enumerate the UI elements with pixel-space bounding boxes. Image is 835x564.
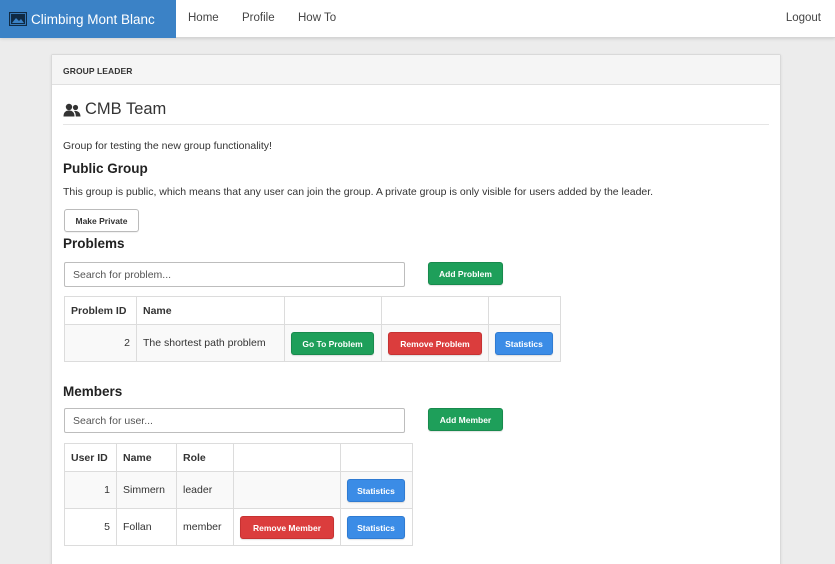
brand-link[interactable]: Climbing Mont Blanc <box>0 0 176 38</box>
table-row: 5 Follan member Remove Member Statistics <box>64 508 413 546</box>
user-id: 5 <box>64 508 117 546</box>
add-member-button[interactable]: Add Member <box>428 408 503 431</box>
user-id: 1 <box>64 471 117 509</box>
top-navbar: Climbing Mont Blanc Home Profile How To … <box>0 0 835 38</box>
add-problem-button[interactable]: Add Problem <box>428 262 503 285</box>
column-header: Name <box>136 296 285 325</box>
action-cell: Statistics <box>340 471 413 509</box>
go-to-problem-button[interactable]: Go To Problem <box>291 332 374 355</box>
column-header <box>284 296 382 325</box>
column-header <box>381 296 489 325</box>
problem-statistics-button[interactable]: Statistics <box>495 332 553 355</box>
column-header: User ID <box>64 443 117 472</box>
user-search-input[interactable] <box>64 408 405 433</box>
team-name: CMB Team <box>85 100 167 118</box>
user-role: member <box>176 508 234 546</box>
problems-table: Problem ID Name 2 The shortest path prob… <box>64 296 561 362</box>
team-title: CMB Team <box>63 100 166 119</box>
users-icon <box>63 103 81 116</box>
problems-heading: Problems <box>63 236 125 251</box>
make-private-button[interactable]: Make Private <box>64 209 139 232</box>
visibility-heading: Public Group <box>63 161 148 176</box>
action-cell: Statistics <box>340 508 413 546</box>
column-header <box>340 443 413 472</box>
panel-heading: GROUP LEADER <box>52 55 780 85</box>
column-header: Role <box>176 443 234 472</box>
visibility-text: This group is public, which means that a… <box>63 186 654 198</box>
brand-label: Climbing Mont Blanc <box>31 11 155 27</box>
user-name: Simmern <box>116 471 177 509</box>
remove-problem-button[interactable]: Remove Problem <box>388 332 482 355</box>
user-role: leader <box>176 471 234 509</box>
picture-icon <box>9 12 27 26</box>
table-row: 1 Simmern leader Statistics <box>64 471 413 509</box>
problem-id: 2 <box>64 324 137 362</box>
group-description: Group for testing the new group function… <box>63 140 272 152</box>
action-cell <box>233 471 341 509</box>
nav-home[interactable]: Home <box>188 12 219 24</box>
table-row: 2 The shortest path problem Go To Proble… <box>64 324 561 362</box>
members-table: User ID Name Role 1 Simmern leader Stati… <box>64 443 413 546</box>
nav-profile[interactable]: Profile <box>242 12 275 24</box>
column-header <box>233 443 341 472</box>
nav-how-to[interactable]: How To <box>298 12 336 24</box>
column-header: Name <box>116 443 177 472</box>
member-statistics-button[interactable]: Statistics <box>347 516 405 539</box>
column-header: Problem ID <box>64 296 137 325</box>
column-header <box>488 296 561 325</box>
divider <box>63 124 769 125</box>
action-cell: Remove Member <box>233 508 341 546</box>
members-heading: Members <box>63 384 123 399</box>
action-cell: Go To Problem <box>284 324 382 362</box>
remove-member-button[interactable]: Remove Member <box>240 516 334 539</box>
problem-search-input[interactable] <box>64 262 405 287</box>
problem-name: The shortest path problem <box>136 324 285 362</box>
action-cell: Remove Problem <box>381 324 489 362</box>
user-name: Follan <box>116 508 177 546</box>
action-cell: Statistics <box>488 324 561 362</box>
member-statistics-button[interactable]: Statistics <box>347 479 405 502</box>
logout-link[interactable]: Logout <box>786 12 821 24</box>
group-panel: GROUP LEADER CMB Team Group for testing … <box>51 54 781 564</box>
